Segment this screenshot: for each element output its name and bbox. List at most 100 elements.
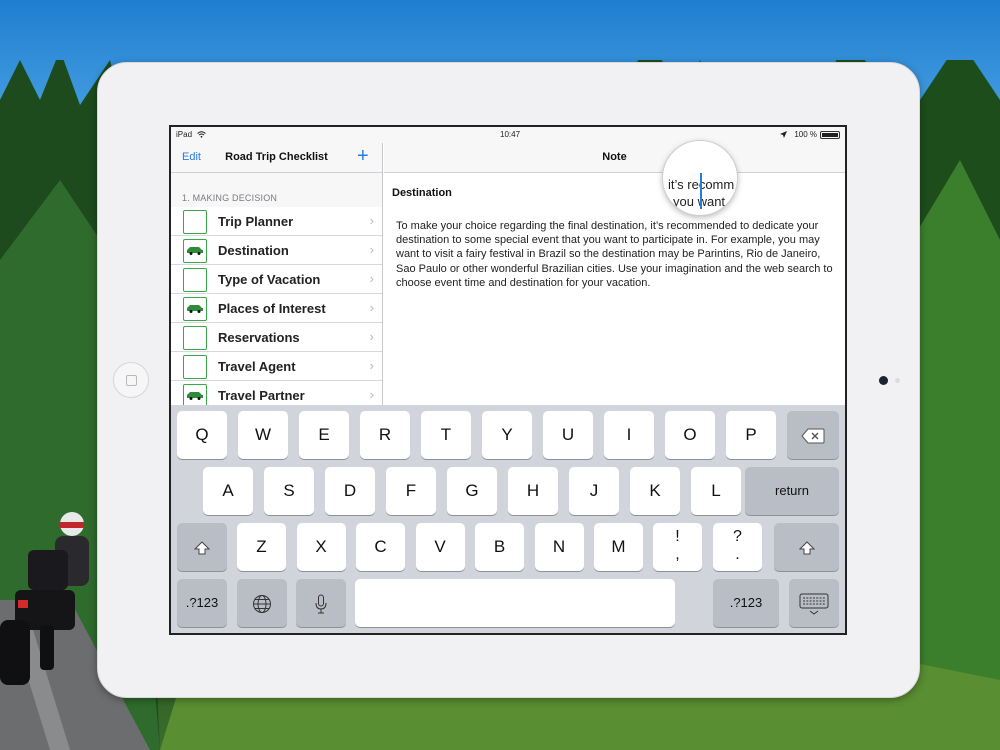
- checklist-item-label: Reservations: [218, 330, 300, 345]
- key-w[interactable]: W: [238, 411, 288, 459]
- checklist-item[interactable]: Reservations ›: [171, 323, 382, 352]
- chevron-right-icon: ›: [369, 300, 374, 315]
- dictation-key[interactable]: [296, 579, 346, 627]
- key-j[interactable]: J: [569, 467, 619, 515]
- checklist-title: Road Trip Checklist: [225, 151, 328, 163]
- checklist-item[interactable]: Trip Planner ›: [171, 207, 382, 236]
- key-e[interactable]: E: [299, 411, 349, 459]
- shift-key-right[interactable]: [774, 523, 839, 571]
- globe-key[interactable]: [237, 579, 287, 627]
- space-bar[interactable]: [355, 579, 675, 627]
- key-z[interactable]: Z: [237, 523, 286, 571]
- note-nav-bar: Note: [384, 143, 845, 173]
- checklist-item-label: Travel Agent: [218, 359, 296, 374]
- note-text-area[interactable]: To make your choice regarding the final …: [396, 219, 836, 290]
- checklist-item[interactable]: Type of Vacation ›: [171, 265, 382, 294]
- key-u[interactable]: U: [543, 411, 593, 459]
- checked-box-car-icon[interactable]: [183, 239, 207, 263]
- chevron-right-icon: ›: [369, 242, 374, 257]
- shift-key-left[interactable]: [177, 523, 227, 571]
- camera: [879, 376, 888, 385]
- key-x[interactable]: X: [296, 523, 346, 571]
- checklist-item-label: Trip Planner: [218, 214, 294, 229]
- exclamation-comma-key[interactable]: ! ,: [653, 523, 702, 571]
- car-icon: [187, 305, 203, 313]
- question-period-key[interactable]: ? .: [713, 523, 762, 571]
- chevron-right-icon: ›: [369, 358, 374, 373]
- device-label: iPad: [176, 130, 193, 139]
- hide-keyboard-key[interactable]: [789, 579, 839, 627]
- backspace-icon: [801, 428, 825, 444]
- microphone-icon: [315, 594, 327, 614]
- checklist-pane: Edit Road Trip Checklist + 1. MAKING DEC…: [171, 143, 383, 410]
- key-v[interactable]: V: [415, 523, 465, 571]
- text-magnifier-loupe: it’s recomm you want: [662, 140, 738, 216]
- key-g[interactable]: G: [447, 467, 497, 515]
- light-sensor: [895, 378, 900, 383]
- chevron-right-icon: ›: [369, 213, 374, 228]
- period-label: .: [735, 546, 740, 563]
- checklist: Trip Planner › Destination › Type of Vacatio…: [171, 207, 382, 410]
- clock: 10:47: [500, 130, 521, 139]
- backspace-key[interactable]: [787, 411, 839, 459]
- wifi-icon: [197, 131, 206, 138]
- checkbox[interactable]: [183, 355, 207, 379]
- key-s[interactable]: S: [264, 467, 314, 515]
- text-cursor: [700, 173, 702, 209]
- checklist-item[interactable]: Places of Interest ›: [171, 294, 382, 323]
- checklist-item-label: Type of Vacation: [218, 272, 321, 287]
- chevron-right-icon: ›: [369, 271, 374, 286]
- location-icon: [780, 131, 787, 138]
- key-o[interactable]: O: [665, 411, 715, 459]
- note-pane: Note Destination To make your choice reg…: [384, 140, 845, 405]
- key-a[interactable]: A: [203, 467, 253, 515]
- key-l[interactable]: L: [691, 467, 741, 515]
- key-c[interactable]: C: [356, 523, 405, 571]
- checkbox[interactable]: [183, 268, 207, 292]
- status-bar: iPad 10:47 100 %: [171, 127, 845, 143]
- chevron-right-icon: ›: [369, 329, 374, 344]
- section-header: 1. MAKING DECISION: [182, 193, 278, 203]
- key-p[interactable]: P: [726, 411, 776, 459]
- car-icon: [187, 247, 203, 255]
- on-screen-keyboard: return ! , ? . .?123 .?123 Q W E R T Y U…: [171, 405, 845, 633]
- question-label: ?: [733, 528, 742, 545]
- key-q[interactable]: Q: [177, 411, 227, 459]
- motorcyclist: [0, 512, 89, 685]
- checklist-item[interactable]: Travel Agent ›: [171, 352, 382, 381]
- key-r[interactable]: R: [360, 411, 410, 459]
- battery-percent: 100 %: [794, 130, 817, 139]
- note-nav-title: Note: [602, 151, 627, 163]
- comma-label: ,: [675, 546, 680, 563]
- key-d[interactable]: D: [325, 467, 375, 515]
- checkbox[interactable]: [183, 210, 207, 234]
- key-k[interactable]: K: [630, 467, 680, 515]
- shift-icon: [798, 540, 815, 555]
- chevron-right-icon: ›: [369, 387, 374, 402]
- return-key[interactable]: return: [745, 467, 839, 515]
- numbers-key-left[interactable]: .?123: [177, 579, 227, 627]
- battery-icon: [820, 131, 840, 139]
- numbers-key-right[interactable]: .?123: [713, 579, 779, 627]
- checklist-nav-bar: Edit Road Trip Checklist +: [171, 143, 382, 173]
- key-m[interactable]: M: [594, 523, 643, 571]
- shift-icon: [194, 540, 210, 555]
- note-title: Destination: [392, 187, 452, 199]
- add-button[interactable]: +: [357, 145, 369, 168]
- key-n[interactable]: N: [534, 523, 584, 571]
- checkbox[interactable]: [183, 326, 207, 350]
- key-f[interactable]: F: [386, 467, 436, 515]
- checked-box-car-icon[interactable]: [183, 297, 207, 321]
- home-button[interactable]: [113, 362, 149, 398]
- checklist-item-label: Places of Interest: [218, 301, 326, 316]
- key-h[interactable]: H: [508, 467, 558, 515]
- globe-icon: [253, 594, 271, 613]
- key-i[interactable]: I: [604, 411, 654, 459]
- car-icon: [187, 392, 203, 400]
- checklist-item[interactable]: Destination ›: [171, 236, 382, 265]
- key-t[interactable]: T: [421, 411, 471, 459]
- checklist-item-label: Destination: [218, 243, 289, 258]
- key-b[interactable]: B: [475, 523, 524, 571]
- checklist-item-label: Travel Partner: [218, 388, 305, 403]
- key-y[interactable]: Y: [482, 411, 532, 459]
